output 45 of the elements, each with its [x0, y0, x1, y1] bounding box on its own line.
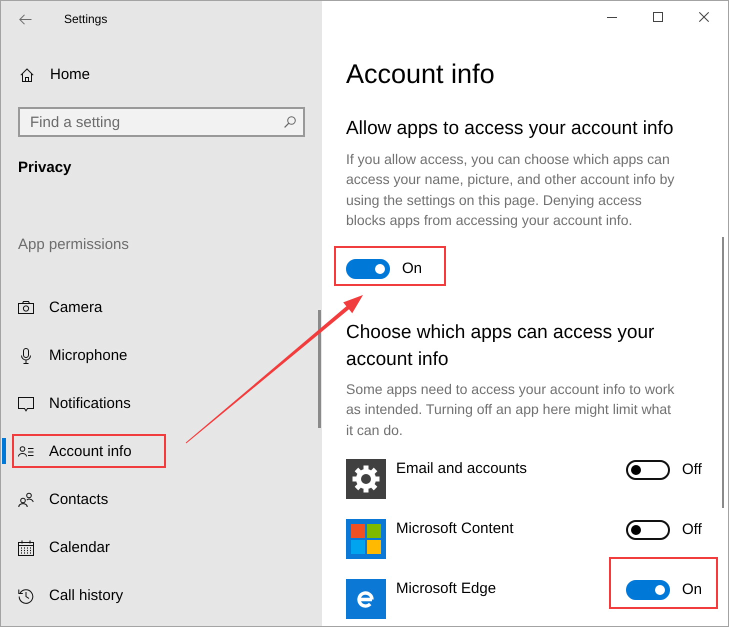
section-heading: Choose which apps can access your account info — [346, 321, 656, 372]
search-icon — [284, 116, 296, 128]
nav-item[interactable]: Notifications — [1, 380, 315, 428]
toggle-switch[interactable] — [346, 259, 390, 280]
toggle-state-label: Off — [682, 460, 702, 480]
toggle-state-label: On — [402, 259, 422, 280]
section-heading: Allow apps to access your account info — [346, 117, 674, 141]
toggle-state-label: Off — [682, 520, 702, 540]
toggle-state-label: On — [682, 580, 702, 600]
toggle-switch[interactable] — [626, 580, 670, 600]
nav-item[interactable]: Contacts — [1, 476, 315, 524]
app-name: Microsoft Edge — [396, 579, 498, 600]
section-description: Some apps need to access your account info to work as intended. Turning off an app here might limit what it can do. — [346, 380, 676, 440]
nav-item[interactable]: Microphone — [1, 332, 315, 380]
section-description: If you allow access, you can choose which apps can access your name, picture, and other account info by using the settings on this page. Denying access blocks apps from accessing your account info. — [346, 150, 676, 230]
minimize-icon — [607, 16, 617, 18]
group-label: App permissions — [17, 234, 129, 255]
gear-icon — [346, 459, 386, 500]
search-field[interactable]: Find a setting — [18, 107, 305, 137]
nav-item[interactable]: Camera — [1, 284, 315, 332]
house-icon — [20, 68, 34, 82]
nav-item[interactable]: Call history — [1, 572, 315, 620]
app-name: Email and accounts — [396, 459, 528, 480]
microphone-icon — [18, 348, 34, 364]
toggle-switch[interactable] — [626, 460, 670, 480]
calendar-icon — [18, 540, 34, 556]
four-squares-icon — [346, 519, 386, 560]
scrollbar-thumb[interactable] — [722, 237, 724, 508]
page-title: Account info — [346, 58, 495, 91]
arrow-left-icon — [18, 14, 32, 24]
scrollbar-thumb[interactable] — [318, 310, 321, 428]
toggle-switch[interactable] — [626, 520, 670, 540]
letter-e-icon — [346, 579, 386, 620]
camera-icon — [18, 300, 34, 316]
clock-history-icon — [18, 588, 34, 604]
section-title: Privacy — [17, 158, 72, 178]
home-link[interactable]: Home — [1, 55, 322, 95]
close-icon — [699, 12, 709, 22]
nav-item[interactable]: Calendar — [1, 524, 315, 572]
nav-item[interactable]: Account info — [1, 428, 315, 476]
speech-bubble-icon — [18, 396, 34, 412]
two-people-icon — [18, 492, 34, 508]
maximize-icon — [653, 12, 663, 22]
app-name: Microsoft Content — [396, 519, 515, 540]
window-title: Settings — [64, 11, 108, 28]
